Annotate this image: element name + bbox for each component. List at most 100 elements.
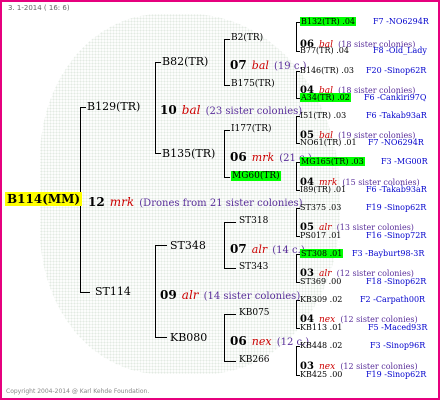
- tick-mg60: [224, 177, 230, 178]
- g4-node-7[interactable]: MG165(TR) .03: [300, 157, 365, 166]
- g4-node-4[interactable]: A34(TR) .02: [300, 93, 351, 102]
- g4-src-4: F6 -Cankiri97Q: [364, 93, 427, 102]
- st114-info: 09 alr (14 sister colonies): [160, 286, 300, 302]
- gen3-b82-bracket: [224, 39, 225, 85]
- g4-src-10: F16 -Sinop72R: [366, 231, 427, 240]
- gen2-mother-bracket: [155, 245, 156, 337]
- node-kb075[interactable]: KB075: [239, 309, 270, 318]
- g4-name-1: B132(TR) .04: [300, 17, 357, 26]
- g4-node-5[interactable]: I51(TR) .03: [300, 112, 346, 120]
- node-b2[interactable]: B2(TR): [231, 34, 263, 43]
- b129-colonies: (23 sister colonies): [205, 106, 303, 117]
- g4-src-9: F19 -Sinop62R: [366, 203, 427, 212]
- g4-node-2[interactable]: B77(TR) .04: [300, 47, 349, 55]
- tick-st318: [224, 222, 236, 223]
- node-kb266[interactable]: KB266: [239, 356, 270, 365]
- g4-bracket-4: [296, 162, 297, 190]
- g4-src-12: F18 -Sinop62R: [366, 277, 427, 286]
- g4-src-13: F2 -Carpath00R: [360, 295, 426, 304]
- g4-bracket-8: [296, 346, 297, 375]
- b135-num: 06: [230, 150, 247, 164]
- g4-name-7: MG165(TR) .03: [300, 157, 365, 166]
- g4-src-1: F7 -NO6294R: [373, 17, 429, 26]
- node-b175[interactable]: B175(TR): [231, 80, 275, 89]
- node-mg60[interactable]: MG60(TR): [231, 171, 281, 181]
- node-st348[interactable]: ST348: [170, 240, 206, 251]
- root-queen[interactable]: B114(MM): [5, 192, 83, 206]
- g4-bracket-7: [296, 300, 297, 328]
- tick-b175: [224, 85, 230, 86]
- gen2-b135-tick: [155, 153, 161, 154]
- g4-node-11[interactable]: ST308 .01: [300, 249, 344, 258]
- gen1-father-tick: [80, 107, 86, 108]
- g4-name-11: ST308 .01: [300, 249, 344, 258]
- g4-src-8: F6 -Takab93aR: [366, 185, 427, 194]
- b129-num: 10: [160, 103, 177, 117]
- gen2-kb080-tick: [155, 337, 167, 338]
- tick-kb075: [224, 314, 236, 315]
- g4-src-6: F7 -NO6294R: [368, 138, 424, 147]
- g4-node-6[interactable]: NO61(TR) .01: [300, 139, 357, 147]
- b82-class: bal: [251, 59, 269, 72]
- b82-num: 07: [230, 58, 247, 72]
- kb080-class: nex: [251, 335, 272, 348]
- gen1-info: (Drones from 21 sister colonies): [139, 198, 303, 209]
- g4-node-1[interactable]: B132(TR) .04: [300, 17, 357, 26]
- gen1-num: 12: [88, 195, 105, 209]
- st348-class: alr: [251, 243, 268, 256]
- b82-info: 07 bal (19 c.): [230, 56, 307, 72]
- node-st318[interactable]: ST318: [239, 217, 268, 226]
- g4-node-16[interactable]: KB425 .00: [300, 371, 342, 379]
- gen1-mother-tick: [80, 292, 90, 293]
- tick-st343: [224, 268, 236, 269]
- node-b129[interactable]: B129(TR): [87, 101, 140, 112]
- g4-node-3[interactable]: B146(TR) .03: [300, 67, 354, 75]
- gen3-kb080-bracket: [224, 314, 225, 361]
- tick-kb266: [224, 361, 236, 362]
- g4-node-9[interactable]: ST375 .03: [300, 204, 341, 212]
- gen1-drone-info: 12 mrk (Drones from 21 sister colonies): [88, 193, 303, 209]
- gen2-b82-tick: [155, 62, 161, 63]
- g4-src-7: F3 -MG00R: [381, 157, 428, 166]
- tick-i177: [224, 130, 230, 131]
- g4-bracket-1: [296, 22, 297, 51]
- g4-src-3: F20 -Sinop62R: [366, 66, 427, 75]
- st348-num: 07: [230, 242, 247, 256]
- node-b82[interactable]: B82(TR): [162, 56, 208, 67]
- g4-bracket-3: [296, 116, 297, 143]
- gen2-st348-tick: [155, 245, 167, 246]
- g4-name-4: A34(TR) .02: [300, 93, 351, 102]
- node-st343[interactable]: ST343: [239, 263, 268, 272]
- g4-src-5: F6 -Takab93aR: [366, 111, 427, 120]
- g4-src-16: F19 -Sinop62R: [366, 370, 427, 379]
- print-date: 3. 1-2014 ( 16: 6): [8, 4, 70, 12]
- copyright: Copyright 2004-2014 @ Karl Kehde Foundat…: [6, 388, 150, 395]
- kb080-num: 06: [230, 334, 247, 348]
- g4-src-2: F8 -Old_Lady: [373, 46, 427, 55]
- tick-b2: [224, 39, 230, 40]
- g4-node-13[interactable]: KB309 .02: [300, 296, 342, 304]
- g4-node-15[interactable]: KB448 .02: [300, 342, 342, 350]
- g4-node-8[interactable]: I89(TR) .01: [300, 186, 346, 194]
- gen1-class: mrk: [109, 195, 135, 209]
- g4-bracket-2: [296, 71, 297, 98]
- gen3-b135-bracket: [224, 130, 225, 177]
- g4-node-10[interactable]: PS017 .01: [300, 232, 341, 240]
- g4-src-15: F3 -Sinop96R: [370, 341, 426, 350]
- g4-src-11: F3 -Bayburt98-3R: [352, 249, 425, 258]
- node-b135[interactable]: B135(TR): [162, 148, 215, 159]
- g4-node-14[interactable]: KB113 .01: [300, 324, 342, 332]
- g4-bracket-5: [296, 208, 297, 236]
- st114-num: 09: [160, 288, 177, 302]
- node-st114[interactable]: ST114: [95, 286, 131, 297]
- st114-colonies: (14 sister colonies): [203, 291, 301, 302]
- node-kb080[interactable]: KB080: [170, 332, 207, 343]
- b129-info: 10 bal (23 sister colonies): [160, 101, 302, 117]
- g4-node-12[interactable]: ST369 .00: [300, 278, 341, 286]
- g4-bracket-6: [296, 254, 297, 282]
- node-i177[interactable]: I177(TR): [231, 125, 272, 134]
- kb080-info: 06 nex (12 c.): [230, 332, 309, 348]
- gen3-st348-bracket: [224, 222, 225, 268]
- mg60-label: MG60(TR): [231, 171, 281, 181]
- g4-src-14: F5 -Maced93R: [368, 323, 428, 332]
